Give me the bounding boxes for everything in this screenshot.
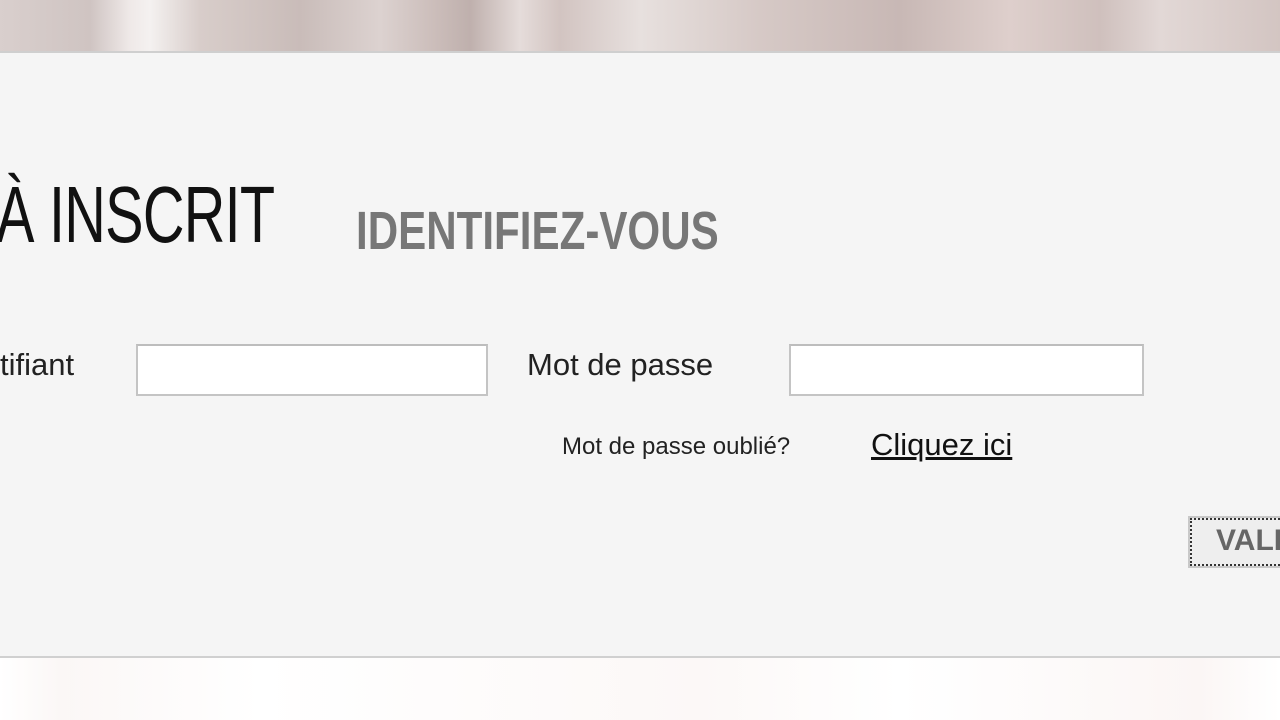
heading-identify-yourself: IDENTIFIEZ-VOUS bbox=[356, 201, 719, 261]
forgot-password-text: Mot de passe oublié? bbox=[562, 433, 791, 460]
heading-already-registered: À INSCRIT bbox=[0, 170, 275, 259]
background-photo-top bbox=[0, 0, 1280, 53]
validate-button[interactable]: VALI bbox=[1188, 516, 1280, 568]
password-label: Mot de passe bbox=[527, 347, 714, 382]
password-input[interactable] bbox=[789, 344, 1144, 396]
background-photo-bottom bbox=[0, 658, 1280, 720]
identifier-label: tifiant bbox=[0, 347, 75, 382]
identifier-input[interactable] bbox=[136, 344, 488, 396]
forgot-password-link[interactable]: Cliquez ici bbox=[871, 427, 1012, 463]
